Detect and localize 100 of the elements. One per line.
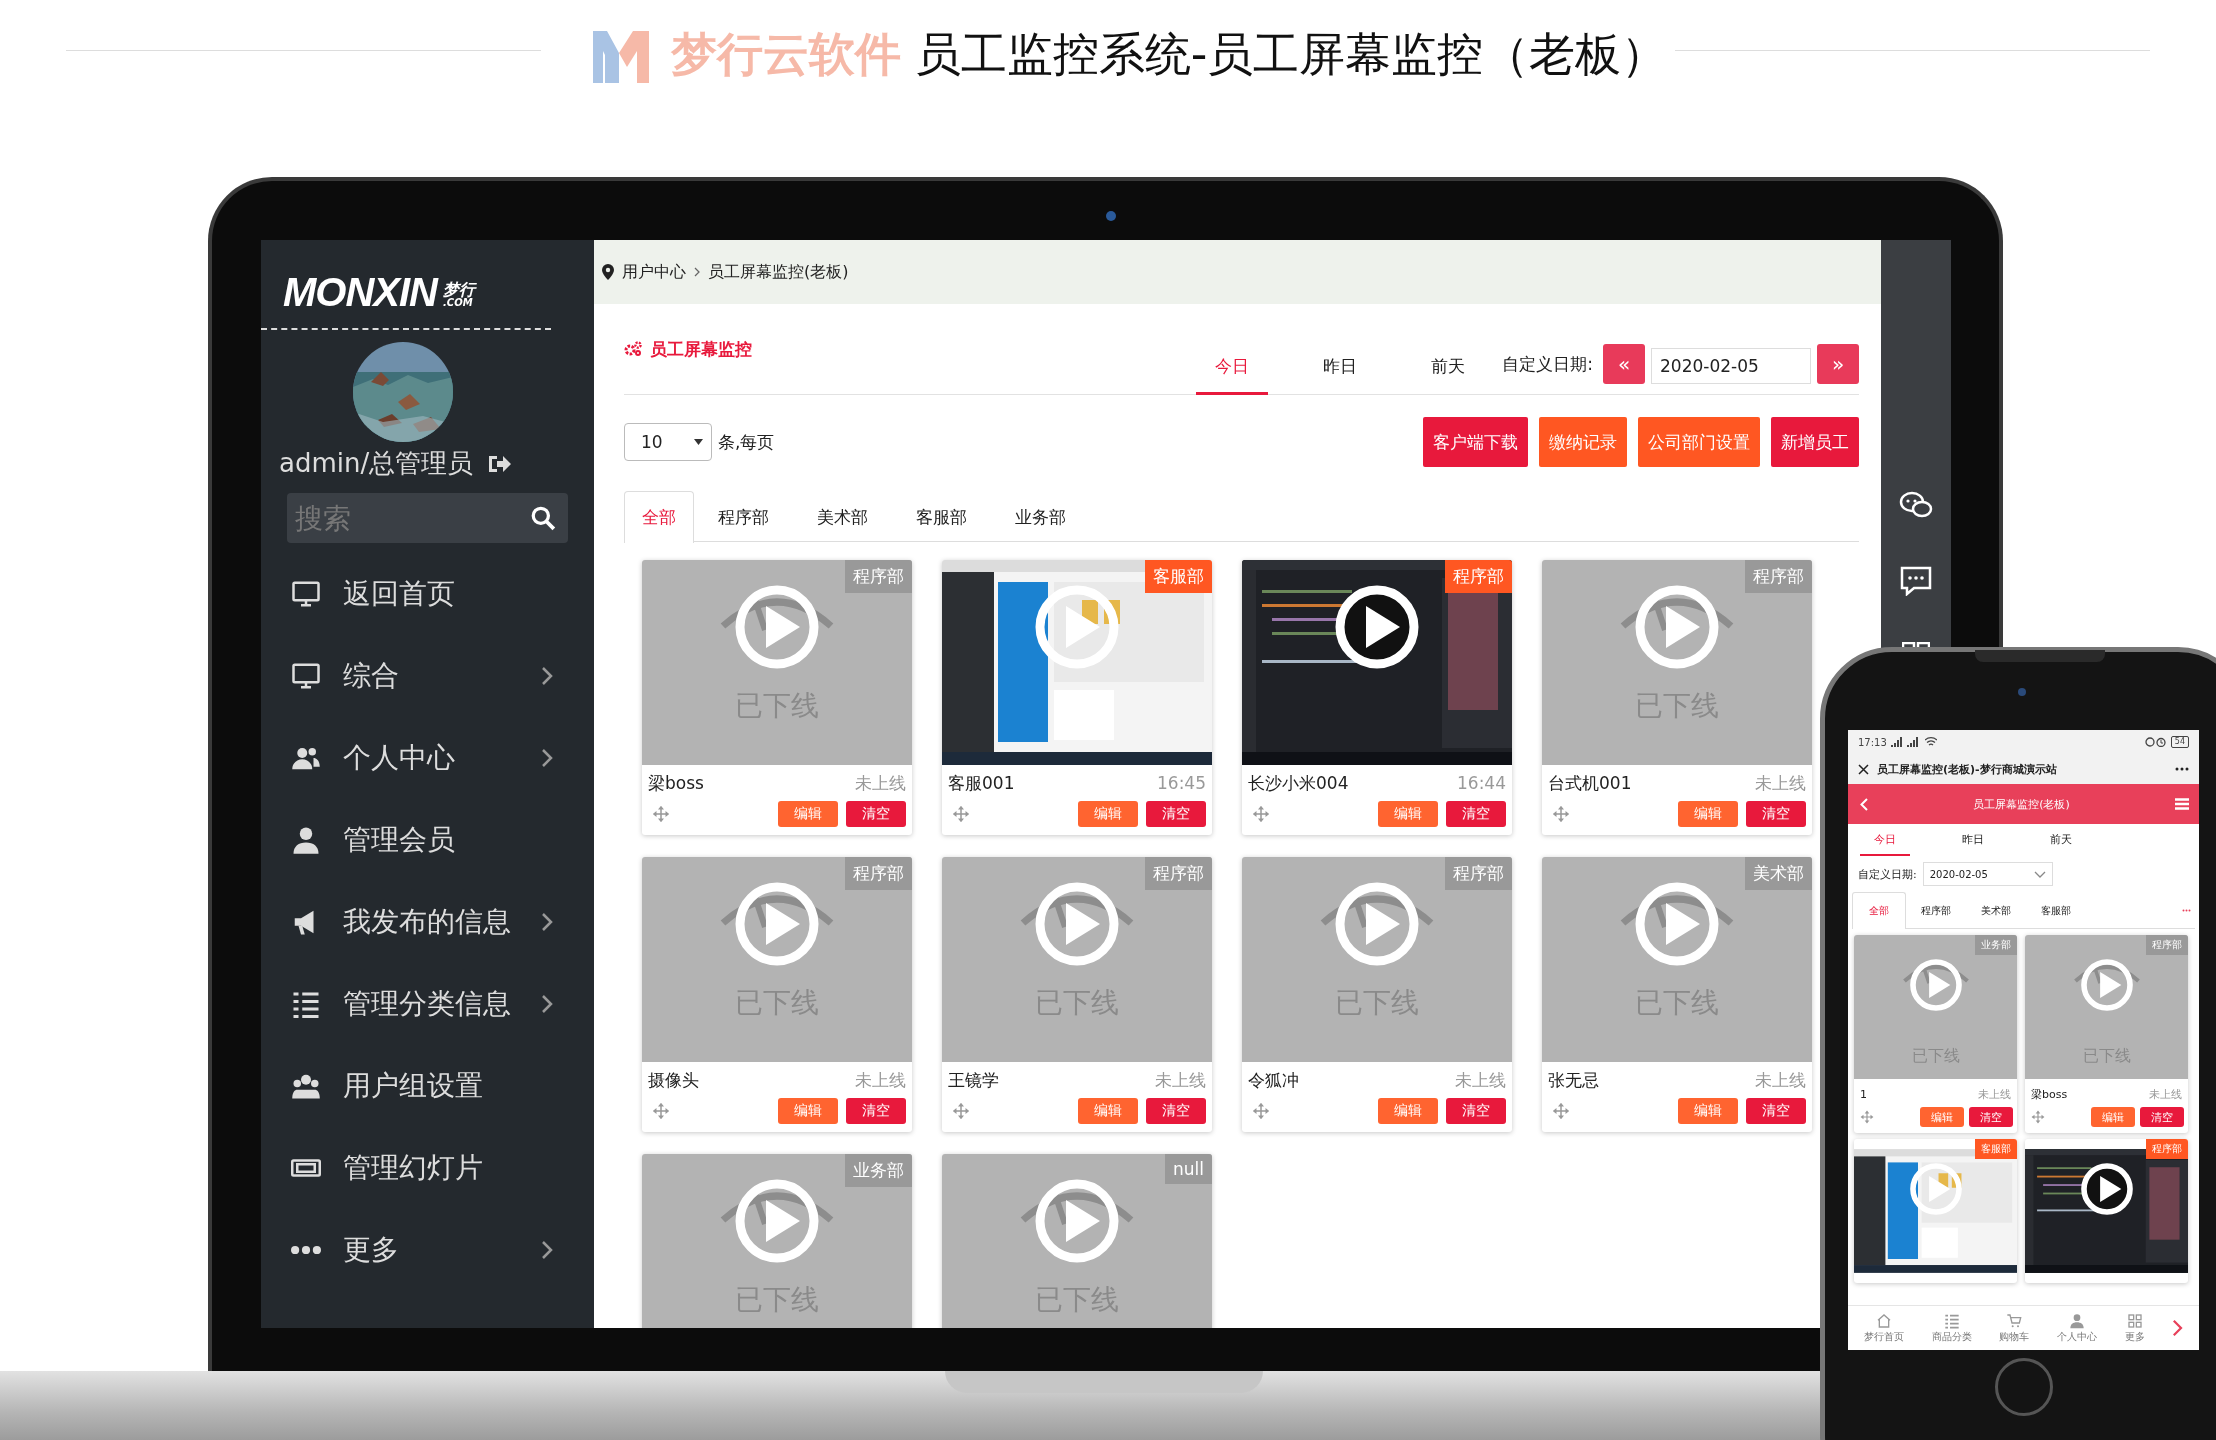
- edit-button[interactable]: 编辑: [1078, 1098, 1138, 1124]
- department-tab[interactable]: 全部: [1852, 892, 1906, 929]
- status-text: 未上线: [1755, 1068, 1806, 1092]
- monitor-icon: [291, 661, 321, 691]
- department-tab[interactable]: 程序部: [1906, 892, 1966, 929]
- department-tab[interactable]: 客服部: [2026, 892, 2086, 929]
- status-text: 未上线: [1155, 1068, 1206, 1092]
- edit-button[interactable]: 编辑: [2091, 1107, 2135, 1127]
- menu-item[interactable]: 用户组设置: [261, 1045, 553, 1127]
- move-handle-icon[interactable]: [1552, 1102, 1570, 1120]
- page-size-select[interactable]: 10: [624, 423, 712, 461]
- previous-day-button[interactable]: «: [1603, 344, 1645, 384]
- nav-item[interactable]: 购物车: [1999, 1312, 2030, 1344]
- day-tab[interactable]: 昨日: [1286, 355, 1395, 395]
- menu-item[interactable]: 返回首页: [261, 553, 553, 635]
- menu-item[interactable]: 我发布的信息: [261, 881, 553, 963]
- date-field[interactable]: 2020-02-05: [1651, 348, 1811, 384]
- more-options-icon[interactable]: [2175, 767, 2189, 771]
- cart-icon: [2006, 1312, 2023, 1329]
- clear-button[interactable]: 清空: [846, 1098, 906, 1124]
- user-icon: [291, 825, 321, 855]
- day-tab[interactable]: 前天: [1394, 355, 1503, 395]
- employee-name: 张无忌: [1548, 1068, 1599, 1092]
- nav-item[interactable]: 梦行首页: [1863, 1312, 1904, 1344]
- menu-item[interactable]: 综合: [261, 635, 553, 717]
- back-icon[interactable]: [1860, 797, 1868, 811]
- menu-item[interactable]: 个人中心: [261, 717, 553, 799]
- menu-item[interactable]: 更多: [261, 1209, 553, 1291]
- date-select[interactable]: 2020-02-05: [1922, 862, 2053, 886]
- status-text: 未上线: [1755, 771, 1806, 795]
- action-button[interactable]: 公司部门设置: [1638, 417, 1760, 467]
- edit-button[interactable]: 编辑: [778, 1098, 838, 1124]
- browser-title: 员工屏幕监控(老板)-梦行商城演示站: [1877, 761, 2057, 777]
- nav-item[interactable]: 商品分类: [1931, 1312, 1972, 1344]
- list-icon: [1943, 1312, 1960, 1329]
- move-handle-icon[interactable]: [1860, 1110, 1874, 1124]
- clear-button[interactable]: 清空: [1746, 801, 1806, 827]
- edit-button[interactable]: 编辑: [1678, 1098, 1738, 1124]
- department-badge: 业务部: [845, 1154, 912, 1187]
- search-field[interactable]: 搜索: [287, 493, 568, 543]
- move-handle-icon[interactable]: [952, 1102, 970, 1120]
- front-camera: [2018, 688, 2026, 696]
- move-handle-icon[interactable]: [952, 805, 970, 823]
- department-badge: 客服部: [1975, 1139, 2017, 1159]
- action-button[interactable]: 缴纳记录: [1539, 417, 1627, 467]
- edit-button[interactable]: 编辑: [1678, 801, 1738, 827]
- clear-button[interactable]: 清空: [1146, 1098, 1206, 1124]
- grid-icon: [2126, 1312, 2143, 1329]
- day-tab[interactable]: 今日: [1196, 355, 1269, 395]
- date-label: 自定义日期:: [1858, 866, 1917, 882]
- clear-button[interactable]: 清空: [1446, 1098, 1506, 1124]
- menu-item[interactable]: 管理会员: [261, 799, 553, 881]
- action-button[interactable]: 新增员工: [1771, 417, 1859, 467]
- clear-button[interactable]: 清空: [1746, 1098, 1806, 1124]
- clear-button[interactable]: 清空: [1969, 1107, 2013, 1127]
- search-icon[interactable]: [530, 505, 556, 531]
- edit-button[interactable]: 编辑: [1378, 1098, 1438, 1124]
- clear-button[interactable]: 清空: [1446, 801, 1506, 827]
- next-day-button[interactable]: »: [1817, 344, 1859, 384]
- home-button[interactable]: [1995, 1358, 2053, 1416]
- nav-item[interactable]: 更多: [2124, 1312, 2145, 1344]
- department-badge: 程序部: [2146, 1139, 2188, 1159]
- more-tabs-icon[interactable]: [2182, 908, 2191, 912]
- status-text: 未上线: [2149, 1086, 2182, 1102]
- action-button[interactable]: 客户端下载: [1423, 417, 1528, 467]
- close-icon[interactable]: [1858, 763, 1869, 775]
- department-tab[interactable]: 全部: [624, 491, 694, 543]
- department-badge: null: [1165, 1154, 1212, 1184]
- nav-item[interactable]: 个人中心: [2056, 1312, 2097, 1344]
- clear-button[interactable]: 清空: [846, 801, 906, 827]
- move-handle-icon[interactable]: [1252, 1102, 1270, 1120]
- department-tab[interactable]: 客服部: [892, 491, 991, 542]
- edit-button[interactable]: 编辑: [1078, 801, 1138, 827]
- logo-mark: 梦行: [443, 282, 475, 298]
- edit-button[interactable]: 编辑: [1920, 1107, 1964, 1127]
- move-handle-icon[interactable]: [2031, 1110, 2045, 1124]
- employee-name: 王镜学: [948, 1068, 999, 1092]
- menu-item[interactable]: 管理分类信息: [261, 963, 553, 1045]
- clear-button[interactable]: 清空: [2140, 1107, 2184, 1127]
- breadcrumb-link[interactable]: 员工屏幕监控(老板): [708, 261, 849, 283]
- chevron-right-icon: [2172, 1319, 2184, 1337]
- department-tab[interactable]: 美术部: [793, 491, 892, 542]
- department-badge: 程序部: [845, 857, 912, 890]
- move-handle-icon[interactable]: [1552, 805, 1570, 823]
- edit-button[interactable]: 编辑: [778, 801, 838, 827]
- move-handle-icon[interactable]: [652, 805, 670, 823]
- day-tab[interactable]: 前天: [2031, 832, 2091, 856]
- breadcrumb-link[interactable]: 用户中心: [622, 261, 686, 283]
- day-tab[interactable]: 今日: [1860, 832, 1910, 856]
- move-handle-icon[interactable]: [652, 1102, 670, 1120]
- department-tab[interactable]: 美术部: [1966, 892, 2026, 929]
- clear-button[interactable]: 清空: [1146, 801, 1206, 827]
- employee-name: 摄像头: [648, 1068, 699, 1092]
- move-handle-icon[interactable]: [1252, 805, 1270, 823]
- day-tab[interactable]: 昨日: [1943, 832, 2003, 856]
- menu-icon[interactable]: [2175, 798, 2189, 810]
- menu-item[interactable]: 管理幻灯片: [261, 1127, 553, 1209]
- department-tab[interactable]: 程序部: [694, 491, 793, 542]
- edit-button[interactable]: 编辑: [1378, 801, 1438, 827]
- department-tab[interactable]: 业务部: [991, 491, 1090, 542]
